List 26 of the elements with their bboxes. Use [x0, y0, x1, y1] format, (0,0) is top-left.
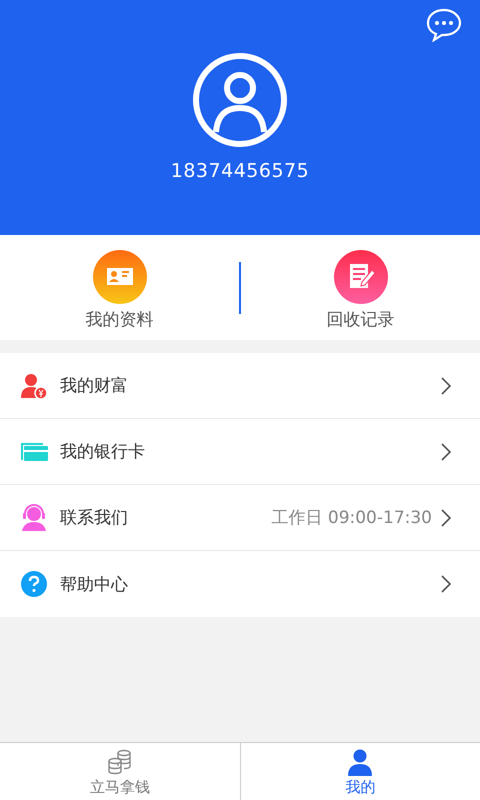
shortcut-label[interactable]: 回收记录	[326, 308, 394, 331]
chevron-right-icon	[440, 574, 452, 594]
menu-label: 联系我们	[60, 507, 128, 529]
hours-text: 工作日 09:00-17:30	[271, 507, 432, 529]
menu-row[interactable]: 联系我们 工作日 09:00-17:30	[0, 485, 480, 551]
tab[interactable]: 立马拿钱	[0, 743, 240, 800]
help-icon	[20, 570, 48, 598]
phone-number: 18374456575	[170, 160, 310, 182]
chevron-right-icon	[440, 376, 452, 396]
avatar-icon[interactable]	[192, 52, 288, 148]
id-card-icon	[92, 250, 146, 304]
menu-row[interactable]: 帮助中心	[0, 551, 480, 617]
menu-row[interactable]: 我的财富	[0, 353, 480, 419]
chevron-right-icon	[440, 508, 452, 528]
shortcut-label[interactable]: 我的资料	[86, 308, 154, 331]
chevron-right-icon	[440, 442, 452, 462]
person-icon	[346, 748, 374, 776]
note-pencil-icon	[334, 250, 388, 304]
menu-label: 帮助中心	[60, 574, 128, 596]
menu-row[interactable]: 我的银行卡	[0, 419, 480, 485]
user-coin-icon	[20, 372, 48, 400]
chat-bubble-icon[interactable]	[426, 8, 462, 42]
menu-label: 我的银行卡	[60, 441, 145, 463]
menu-label: 我的财富	[60, 375, 128, 397]
tab[interactable]: 我的	[240, 743, 480, 800]
headset-agent-icon	[20, 504, 48, 532]
